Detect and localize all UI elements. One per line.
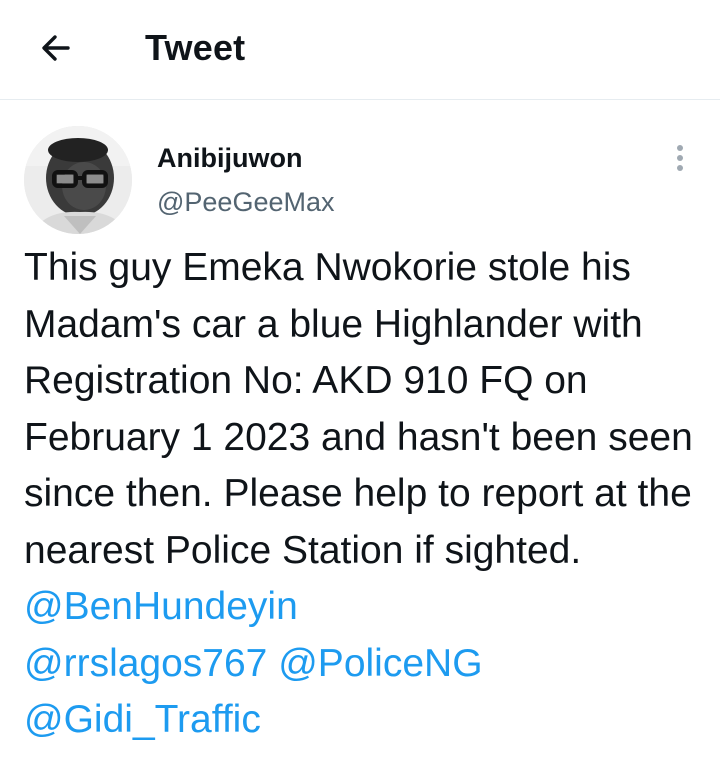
mention-link[interactable]: @BenHundeyin bbox=[24, 585, 298, 628]
author-display-name[interactable]: Anibijuwon bbox=[157, 142, 302, 174]
page-title: Tweet bbox=[145, 27, 246, 68]
author-handle[interactable]: @PeeGeeMax bbox=[157, 186, 335, 218]
mention-link[interactable]: @Gidi_Traffic bbox=[24, 698, 261, 741]
tweet-body: This guy Emeka Nwokorie stole his Madam'… bbox=[24, 240, 708, 749]
arrow-left-icon bbox=[42, 35, 70, 61]
tweet-text: This guy Emeka Nwokorie stole his Madam'… bbox=[24, 246, 693, 572]
back-button[interactable] bbox=[30, 26, 82, 70]
mention-link[interactable]: @rrslagos767 bbox=[24, 642, 267, 685]
avatar-photo bbox=[24, 126, 132, 234]
avatar[interactable] bbox=[24, 126, 132, 234]
top-bar: Tweet bbox=[0, 0, 720, 100]
more-vertical-icon bbox=[677, 145, 683, 171]
mention-link[interactable]: @PoliceNG bbox=[278, 642, 482, 685]
more-options-button[interactable] bbox=[664, 140, 696, 176]
